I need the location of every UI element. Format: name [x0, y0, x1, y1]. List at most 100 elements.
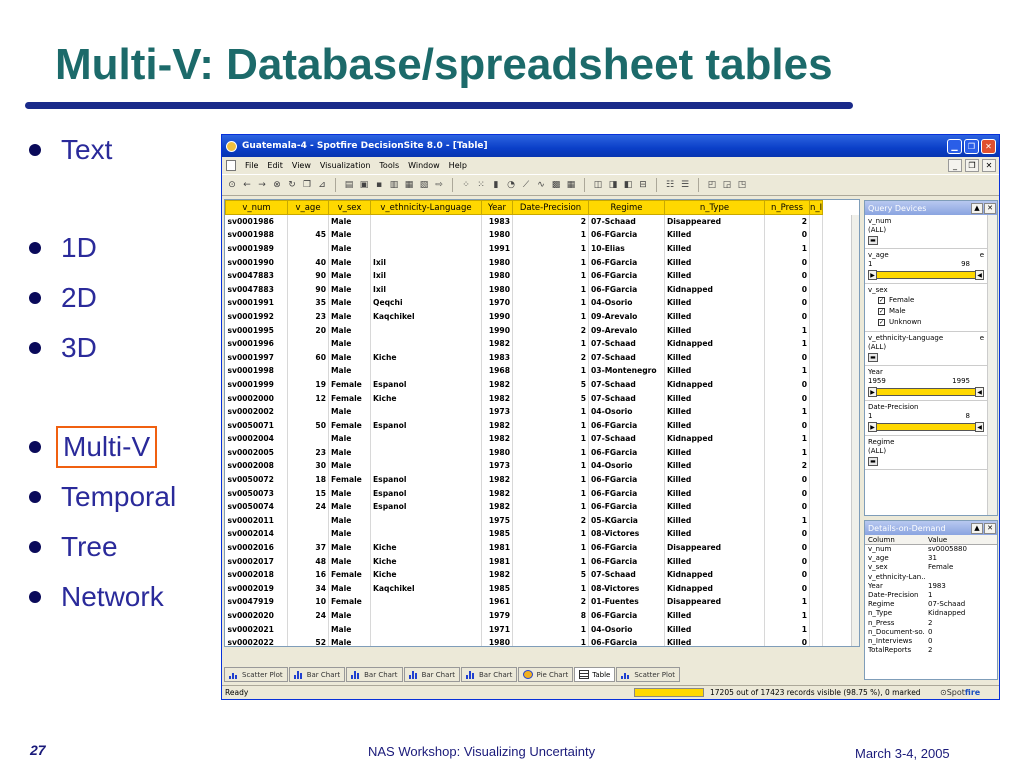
- table-row[interactable]: sv0001997 60 Male Kiche 1983 2 07-Schaad Killed…: [225, 350, 824, 365]
- bar-chart-icon[interactable]: ▮: [490, 179, 502, 191]
- checkbox-female[interactable]: ✓ Female: [868, 295, 984, 306]
- table-row[interactable]: sv0001996 Male 1982 1 07-Schaad Kidnapped 1: [225, 336, 824, 351]
- tab-table[interactable]: Table: [574, 667, 616, 682]
- checkbox-male[interactable]: ✓ Male: [868, 306, 984, 317]
- panel-menu-icon[interactable]: ▲: [971, 522, 983, 534]
- checkbox-unknown[interactable]: ✓ Unknown: [868, 317, 984, 328]
- menu-tools[interactable]: Tools: [379, 161, 399, 170]
- column-header[interactable]: v_ethnicity-Language: [370, 200, 482, 215]
- range-slider[interactable]: ▶ ◀: [868, 387, 984, 397]
- column-header[interactable]: v_num: [225, 200, 288, 215]
- tab-pie-chart[interactable]: Pie Chart: [518, 667, 574, 682]
- document-icon[interactable]: [226, 160, 236, 171]
- stop-icon[interactable]: ⊗: [271, 179, 283, 191]
- table-row[interactable]: sv0001999 19 Female Espanol 1982 5 07-Schaad Ki…: [225, 377, 824, 392]
- table-row[interactable]: sv0002020 24 Male 1979 8 06-FGarcia Killed 1: [225, 608, 824, 623]
- tab-scatter-plot[interactable]: Scatter Plot: [616, 667, 681, 682]
- range-slider[interactable]: ▶ ◀: [868, 270, 984, 280]
- slider-right-handle[interactable]: ◀: [975, 270, 984, 280]
- table-row[interactable]: sv0001995 20 Male 1990 2 09-Arevalo Killed 1: [225, 323, 824, 337]
- table-row[interactable]: sv0047883 90 Male Ixil 1980 1 06-FGarcia Killed…: [225, 268, 824, 283]
- slider-left-handle[interactable]: ▶: [868, 387, 877, 397]
- table-row[interactable]: sv0050072 18 Female Espanol 1982 1 06-FGarcia K…: [225, 472, 824, 487]
- new-file-icon[interactable]: ▤: [343, 179, 355, 191]
- text-search-button[interactable]: ▬: [868, 457, 878, 466]
- profile-chart-icon[interactable]: ∿: [535, 179, 547, 191]
- back-arrow-icon[interactable]: ←: [241, 179, 253, 191]
- menu-view[interactable]: View: [292, 161, 311, 170]
- tab-scatter-plot[interactable]: Scatter Plot: [224, 667, 288, 682]
- checkbox-checked-icon[interactable]: ✓: [878, 319, 885, 326]
- details-icon[interactable]: ◰: [706, 179, 718, 191]
- checkbox-checked-icon[interactable]: ✓: [878, 308, 885, 315]
- pie-chart-icon[interactable]: ◔: [505, 179, 517, 191]
- table-row[interactable]: sv0001998 Male 1968 1 03-Montenegro Killed 1: [225, 364, 824, 378]
- menu-help[interactable]: Help: [449, 161, 467, 170]
- table-row[interactable]: sv0047919 10 Female 1961 2 01-Fuentes Disappea…: [225, 595, 824, 609]
- column-header[interactable]: Date-Precision: [512, 200, 589, 215]
- close-icon[interactable]: ✕: [981, 138, 996, 154]
- column-header[interactable]: n_Type: [664, 200, 765, 215]
- table-row[interactable]: sv0050073 15 Male Espanol 1982 1 06-FGarcia Kil…: [225, 486, 824, 500]
- tile-icon[interactable]: ◨: [607, 179, 619, 191]
- table-row[interactable]: sv0001988 45 Male 1980 1 06-FGarcia Killed 0: [225, 228, 824, 242]
- export-icon[interactable]: ⇨: [433, 179, 445, 191]
- doc-restore-icon[interactable]: ❐: [965, 159, 979, 172]
- table-row[interactable]: sv0001992 23 Male Kaqchikel 1990 1 09-Arevalo K…: [225, 309, 824, 324]
- table-scrollbar[interactable]: [851, 215, 859, 646]
- table-row[interactable]: sv0002011 Male 1975 2 05-KGarcia Killed 1: [225, 513, 824, 528]
- slider-right-handle[interactable]: ◀: [975, 422, 984, 432]
- tab-bar-chart[interactable]: Bar Chart: [288, 667, 346, 682]
- table-icon[interactable]: ▦: [565, 179, 577, 191]
- forward-arrow-icon[interactable]: →: [256, 179, 268, 191]
- layout-icon[interactable]: ◫: [592, 179, 604, 191]
- table-row[interactable]: sv0002005 23 Male 1980 1 06-FGarcia Killed 1: [225, 445, 824, 460]
- list-icon[interactable]: ☰: [679, 179, 691, 191]
- column-header[interactable]: n_I: [808, 200, 824, 215]
- table-row[interactable]: sv0001989 Male 1991 1 10-Elias Killed 1: [225, 241, 824, 256]
- table-row[interactable]: sv0002018 16 Female Kiche 1982 5 07-Schaad Kidn…: [225, 567, 824, 582]
- maximize-icon[interactable]: ❐: [964, 138, 979, 154]
- table-row[interactable]: sv0002014 Male 1985 1 08-Victores Killed 0: [225, 527, 824, 541]
- print-icon[interactable]: ▥: [388, 179, 400, 191]
- range-slider[interactable]: ▶ ◀: [868, 422, 984, 432]
- properties-icon[interactable]: ☷: [664, 179, 676, 191]
- tab-bar-chart[interactable]: Bar Chart: [461, 667, 518, 682]
- table-row[interactable]: sv0050071 50 Female Espanol 1982 1 06-FGarcia K…: [225, 418, 824, 432]
- menu-window[interactable]: Window: [408, 161, 440, 170]
- split-icon[interactable]: ⊟: [637, 179, 649, 191]
- text-search-button[interactable]: ▬: [868, 236, 878, 245]
- filter-icon[interactable]: ⊿: [316, 179, 328, 191]
- clipboard-icon[interactable]: ▧: [418, 179, 430, 191]
- table-row[interactable]: sv0001986 Male 1983 2 07-Schaad Disappeared 2: [225, 214, 824, 229]
- column-header[interactable]: v_sex: [328, 200, 371, 215]
- doc-minimize-icon[interactable]: _: [948, 159, 962, 172]
- slider-right-handle[interactable]: ◀: [975, 387, 984, 397]
- slider-left-handle[interactable]: ▶: [868, 270, 877, 280]
- paste-icon[interactable]: ▦: [403, 179, 415, 191]
- table-row[interactable]: sv0002019 34 Male Kaqchikel 1985 1 08-Victores…: [225, 581, 824, 596]
- table-row[interactable]: sv0002021 Male 1971 1 04-Osorio Killed 1: [225, 622, 824, 636]
- window-titlebar[interactable]: Guatemala-4 - Spotfire DecisionSite 8.0 …: [222, 135, 999, 157]
- 3d-scatter-icon[interactable]: ⁙: [475, 179, 487, 191]
- copy-icon[interactable]: ❐: [301, 179, 313, 191]
- slider-left-handle[interactable]: ▶: [868, 422, 877, 432]
- tab-bar-chart[interactable]: Bar Chart: [346, 667, 403, 682]
- menu-edit[interactable]: Edit: [267, 161, 283, 170]
- column-header[interactable]: Year: [481, 200, 513, 215]
- table-row[interactable]: sv0002016 37 Male Kiche 1981 1 06-FGarcia Disap…: [225, 540, 824, 555]
- heat-map-icon[interactable]: ▩: [550, 179, 562, 191]
- open-folder-icon[interactable]: ▣: [358, 179, 370, 191]
- checkbox-checked-icon[interactable]: ✓: [878, 297, 885, 304]
- table-row[interactable]: sv0047883 90 Male Ixil 1980 1 06-FGarcia Kidnap…: [225, 282, 824, 297]
- query-devices-scrollbar[interactable]: [987, 215, 997, 515]
- query-icon[interactable]: ◲: [721, 179, 733, 191]
- menu-visualization[interactable]: Visualization: [320, 161, 371, 170]
- table-row[interactable]: sv0002022 52 Male 1980 1 06-FGarcia Killed 0: [225, 635, 824, 646]
- cascade-icon[interactable]: ◧: [622, 179, 634, 191]
- column-header[interactable]: v_age: [287, 200, 329, 215]
- menu-file[interactable]: File: [245, 161, 258, 170]
- save-icon[interactable]: ▪: [373, 179, 385, 191]
- tab-bar-chart[interactable]: Bar Chart: [403, 667, 460, 682]
- table-row[interactable]: sv0050074 24 Male Espanol 1982 1 06-FGarcia Kil…: [225, 499, 824, 514]
